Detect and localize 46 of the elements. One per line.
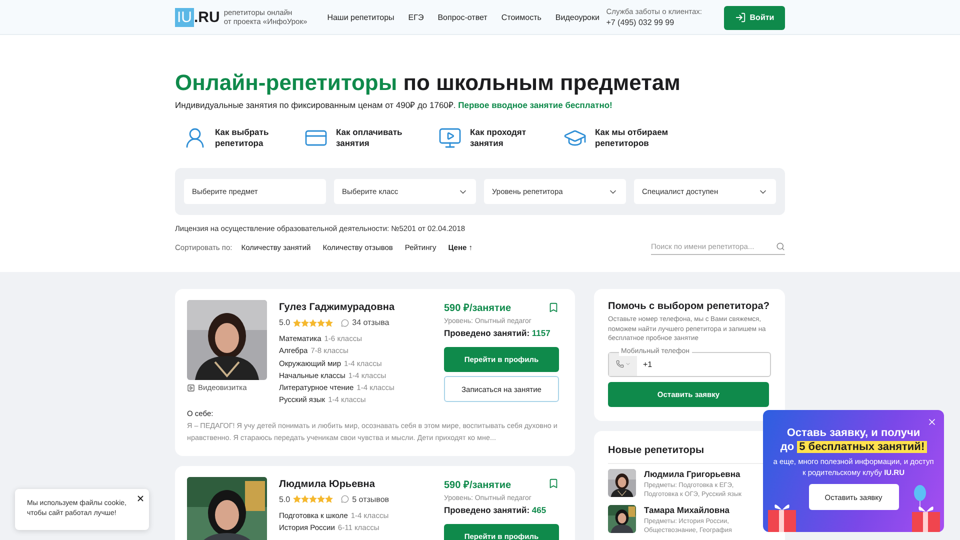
login-button[interactable]: Войти — [724, 6, 785, 30]
price: 590 ₽/занятие — [444, 478, 512, 491]
tutor-name[interactable]: Людмила Григорьевна — [644, 468, 756, 478]
tutor-name[interactable]: Людмила Юрьевна — [279, 478, 432, 490]
rating-value: 5.0 — [279, 318, 290, 327]
tutor-name[interactable]: Тамара Михайловна — [644, 504, 756, 514]
star-icon — [293, 495, 302, 504]
rating-value: 5.0 — [279, 494, 290, 504]
subtitle: Индивидуальные занятия по фиксированным ценам от 490₽ до 1760₽. Первое вводное занятие бесплатно! — [175, 99, 614, 110]
star-icon — [317, 495, 326, 504]
close-button[interactable] — [136, 494, 145, 503]
login-icon — [734, 12, 746, 23]
star-icon — [301, 495, 310, 504]
video-icon — [187, 384, 195, 392]
lessons-count: Проведено занятий: 1157 — [444, 328, 552, 338]
search-icon — [776, 242, 785, 251]
feature-link[interactable]: Как оплачивать занятия — [304, 126, 438, 150]
logo[interactable]: IU.RU — [175, 8, 220, 27]
star-icon — [325, 495, 334, 504]
feature-link[interactable]: Как выбрать репетитора — [183, 126, 304, 150]
reviews-count[interactable]: 5 отзывов — [352, 494, 390, 504]
nav-link[interactable]: Наши репетиторы — [327, 13, 394, 22]
support-phone: +7 (495) 032 99 99 — [606, 17, 676, 28]
comment-icon — [341, 318, 350, 326]
help-title: Помочь с выбором репетитора? — [608, 301, 770, 312]
balloon-icon — [913, 485, 927, 511]
promo-title: Оставь заявку, и получи до 5 бесплатных занятий! — [779, 426, 928, 454]
nav-link[interactable]: Видеоуроки — [555, 13, 600, 22]
bookmark-icon[interactable] — [548, 478, 559, 490]
nav-link[interactable]: ЕГЭ — [408, 13, 424, 22]
monitor-icon — [438, 126, 462, 150]
lessons-count: Проведено занятий: 465 — [444, 504, 548, 515]
phone-icon — [616, 360, 624, 368]
feature-link[interactable]: Как мы отбираем репетиторов — [563, 126, 693, 150]
chevron-icon — [624, 361, 630, 367]
nav-link[interactable]: Стоимость — [501, 13, 542, 22]
bookmark-icon[interactable] — [548, 302, 559, 312]
phone-input[interactable]: +1 — [643, 360, 703, 368]
nav-link[interactable]: Вопрос-ответ — [438, 13, 488, 22]
price: 590 ₽/занятие — [444, 302, 512, 314]
star-icon — [309, 495, 318, 504]
comment-icon — [341, 495, 350, 504]
feature-link[interactable]: Как проходят занятия — [438, 126, 563, 150]
tutor-name[interactable]: Гулез Гаджимурадовна — [279, 302, 432, 313]
page-title: Онлайн-репетиторы по школьным предметам — [175, 69, 682, 97]
reviews-count[interactable]: 34 отзыва — [352, 318, 390, 327]
